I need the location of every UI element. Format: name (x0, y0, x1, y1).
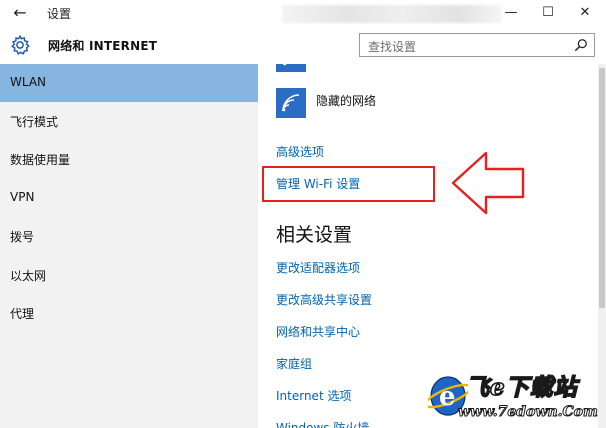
hidden-network-label[interactable]: 隐藏的网络 (316, 92, 376, 109)
sidebar-item-wlan[interactable]: WLAN (0, 64, 258, 102)
page-header: 网络和 INTERNET 查找设置 (0, 26, 606, 64)
wifi-icon[interactable] (276, 64, 306, 72)
sidebar-item-label: 飞行模式 (10, 115, 59, 129)
sidebar-item-vpn[interactable]: VPN (0, 179, 258, 217)
advanced-sharing-link[interactable]: 更改高级共享设置 (276, 291, 372, 308)
homegroup-link[interactable]: 家庭组 (276, 355, 312, 372)
wifi-icon[interactable] (276, 88, 306, 118)
sidebar-item-proxy[interactable]: 代理 (0, 294, 258, 332)
sidebar-item-ethernet[interactable]: 以太网 (0, 256, 258, 294)
sidebar: WLAN 飞行模式 数据使用量 VPN 拨号 以太网 代理 (0, 64, 258, 428)
firewall-link[interactable]: Windows 防火墙 (276, 419, 369, 428)
blurred-region (282, 5, 502, 23)
sidebar-item-label: 数据使用量 (10, 153, 71, 167)
sharing-center-link[interactable]: 网络和共享中心 (276, 323, 360, 340)
sidebar-item-label: 拨号 (10, 230, 35, 244)
search-input[interactable]: 查找设置 (359, 33, 595, 57)
sidebar-item-data-usage[interactable]: 数据使用量 (0, 140, 258, 178)
sidebar-item-label: 代理 (10, 307, 35, 321)
page-title: 网络和 INTERNET (48, 39, 158, 53)
window-title: 设置 (47, 7, 72, 21)
close-button[interactable]: ✕ (568, 1, 602, 25)
gear-icon (11, 34, 30, 55)
related-settings-title: 相关设置 (276, 224, 353, 246)
watermark-url: www.7edown.Com (458, 404, 599, 421)
search-placeholder: 查找设置 (368, 40, 417, 54)
back-button[interactable]: ← (10, 3, 30, 23)
maximize-button[interactable]: ☐ (531, 1, 565, 25)
sidebar-item-label: 以太网 (10, 269, 47, 283)
watermark: e 飞e下载站 www.7edown.Com (428, 368, 606, 428)
watermark-text: 飞e下载站 (465, 373, 578, 402)
svg-text:e: e (439, 382, 456, 412)
minimize-button[interactable]: — (494, 1, 528, 25)
search-icon[interactable] (574, 38, 588, 52)
sidebar-item-airplane-mode[interactable]: 飞行模式 (0, 102, 258, 140)
highlight-box (262, 166, 435, 202)
scroll-thumb[interactable] (599, 68, 605, 308)
sidebar-item-label: WLAN (10, 75, 47, 89)
title-bar: ← 设置 — ☐ ✕ (0, 0, 606, 26)
advanced-options-link[interactable]: 高级选项 (276, 143, 324, 160)
sidebar-item-label: VPN (10, 190, 35, 204)
left-arrow-icon (451, 151, 525, 215)
adapter-options-link[interactable]: 更改适配器选项 (276, 259, 360, 276)
internet-options-link[interactable]: Internet 选项 (276, 387, 351, 404)
sidebar-item-dialup[interactable]: 拨号 (0, 217, 258, 255)
